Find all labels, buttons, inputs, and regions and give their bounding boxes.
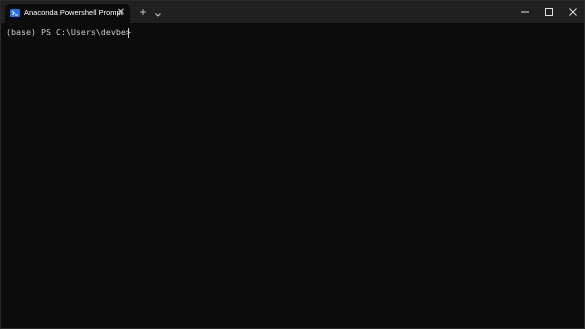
powershell-icon bbox=[10, 9, 20, 17]
close-button[interactable] bbox=[561, 4, 585, 20]
terminal-window: Anaconda Powershell Prompt ✕ + (base) PS… bbox=[0, 0, 585, 329]
tab-close-button[interactable]: ✕ bbox=[115, 7, 127, 19]
minimize-button[interactable] bbox=[513, 4, 537, 20]
terminal-output[interactable]: (base) PS C:\Users\devbe> bbox=[1, 23, 584, 328]
tab-anaconda-powershell-prompt[interactable]: Anaconda Powershell Prompt ✕ bbox=[5, 4, 130, 23]
maximize-button[interactable] bbox=[537, 4, 561, 20]
chevron-down-icon[interactable] bbox=[153, 7, 163, 17]
text-cursor bbox=[128, 28, 129, 38]
command-prompt: (base) PS C:\Users\devbe> bbox=[6, 27, 136, 37]
tab-title: Anaconda Powershell Prompt bbox=[24, 8, 123, 17]
title-bar: Anaconda Powershell Prompt ✕ + bbox=[1, 1, 584, 23]
new-tab-button[interactable]: + bbox=[137, 6, 149, 18]
